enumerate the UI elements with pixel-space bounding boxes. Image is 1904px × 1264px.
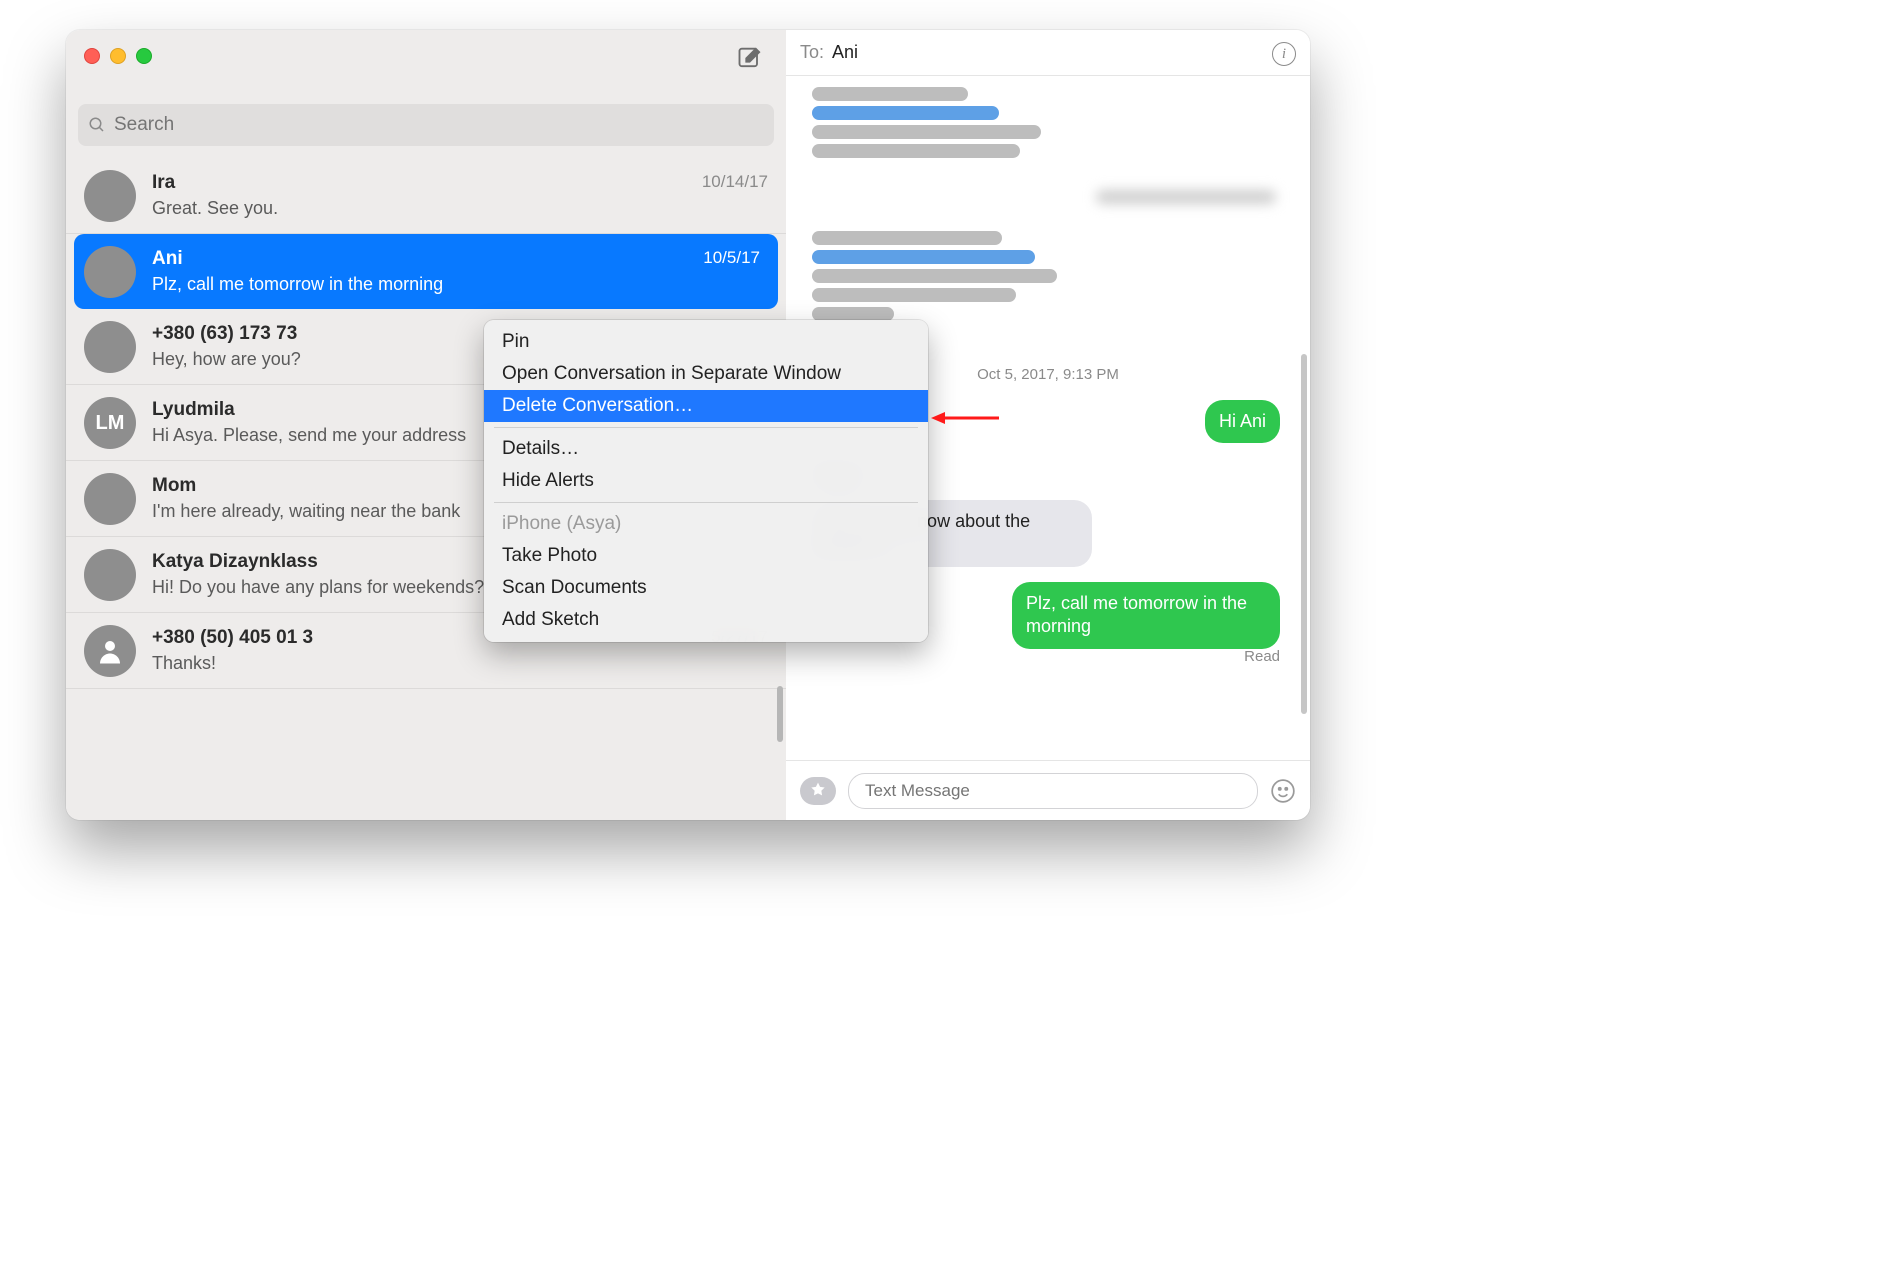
avatar-initials: LM	[84, 397, 136, 449]
contact-name: Ira	[152, 172, 770, 194]
message-input-bar	[786, 760, 1310, 820]
menu-item-details[interactable]: Details…	[484, 433, 928, 465]
menu-separator	[494, 502, 918, 503]
menu-item-hide-alerts[interactable]: Hide Alerts	[484, 465, 928, 497]
chat-scrollbar[interactable]	[1301, 80, 1307, 720]
window-controls	[84, 48, 152, 64]
message-preview: Thanks!	[152, 653, 770, 674]
message-input[interactable]	[848, 773, 1258, 809]
details-info-button[interactable]: i	[1272, 42, 1296, 66]
outgoing-message[interactable]: Plz, call me tomorrow in the morning	[1012, 582, 1280, 649]
menu-separator	[494, 427, 918, 428]
search-icon	[88, 116, 106, 134]
menu-item-pin[interactable]: Pin	[484, 326, 928, 358]
conversation-date: 10/5/17	[703, 248, 760, 268]
menu-item-take-photo[interactable]: Take Photo	[484, 540, 928, 572]
message-text-field[interactable]	[863, 780, 1243, 802]
menu-item-add-sketch[interactable]: Add Sketch	[484, 604, 928, 636]
menu-item-scan-documents[interactable]: Scan Documents	[484, 572, 928, 604]
zoom-window-button[interactable]	[136, 48, 152, 64]
menu-section-header: iPhone (Asya)	[484, 508, 928, 540]
avatar-placeholder	[84, 625, 136, 677]
outgoing-message[interactable]: Hi Ani	[1205, 400, 1280, 443]
to-label: To:	[800, 42, 824, 63]
apps-button[interactable]	[800, 777, 836, 805]
compose-button[interactable]	[736, 44, 764, 72]
context-menu: Pin Open Conversation in Separate Window…	[484, 320, 928, 642]
search-field[interactable]	[78, 104, 774, 146]
menu-item-open-separate[interactable]: Open Conversation in Separate Window	[484, 358, 928, 390]
message-preview: Plz, call me tomorrow in the morning	[152, 274, 762, 295]
search-input[interactable]	[112, 113, 764, 137]
avatar	[84, 549, 136, 601]
minimize-window-button[interactable]	[110, 48, 126, 64]
to-value[interactable]: Ani	[832, 42, 858, 63]
avatar	[84, 473, 136, 525]
conversation-row[interactable]: Ira Great. See you. 10/14/17	[66, 158, 786, 234]
emoji-picker-button[interactable]	[1270, 778, 1296, 804]
contact-name: Ani	[152, 248, 762, 270]
messages-window: Ira Great. See you. 10/14/17 Ani Plz, ca…	[66, 30, 1310, 820]
conversation-date: 10/14/17	[702, 172, 768, 192]
avatar	[84, 246, 136, 298]
conversation-row-selected[interactable]: Ani Plz, call me tomorrow in the morning…	[74, 234, 778, 309]
avatar	[84, 170, 136, 222]
read-receipt: Read	[1244, 648, 1280, 665]
chat-header: To: Ani i	[786, 30, 1310, 76]
message-preview: Great. See you.	[152, 198, 770, 219]
close-window-button[interactable]	[84, 48, 100, 64]
blurred-message	[812, 82, 1072, 163]
blurred-timestamp	[1096, 190, 1276, 204]
menu-item-delete-conversation[interactable]: Delete Conversation…	[484, 390, 928, 422]
avatar	[84, 321, 136, 373]
blurred-message	[812, 226, 1084, 326]
